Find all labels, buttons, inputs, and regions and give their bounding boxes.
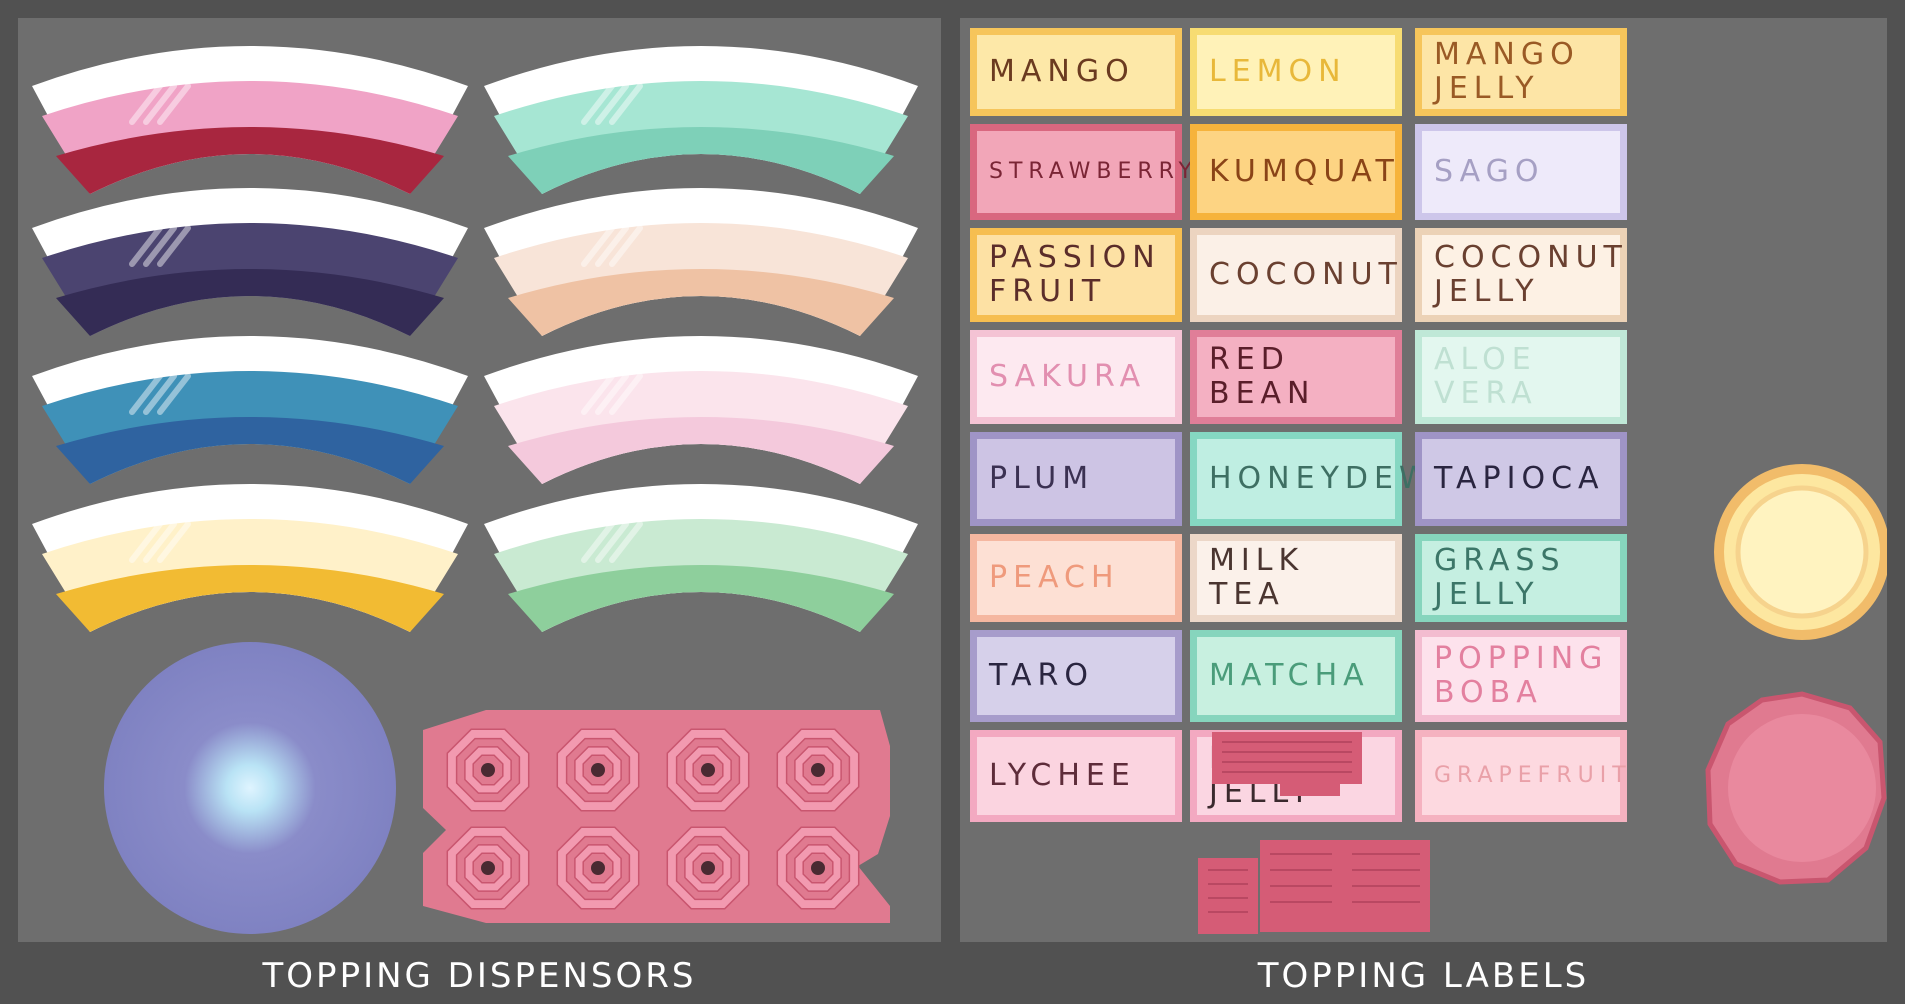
label-text: TARO [989, 657, 1094, 693]
dispenser-strip-ocean-boba [32, 336, 468, 484]
label-lychee-jelly: LYCHEE JELLY [1190, 730, 1402, 822]
cup-holder-tray [423, 710, 890, 923]
cup-holder-slot [666, 826, 750, 910]
label-text: GRASS JELLY [1434, 542, 1566, 612]
label-text: LEMON [1209, 53, 1347, 89]
label-sakura: SAKURA [970, 330, 1182, 424]
label-text: LYCHEE [989, 757, 1136, 793]
label-coconut: COCONUT [1190, 228, 1402, 322]
label-passion-fruit: PASSION FRUIT [970, 228, 1182, 322]
label-strawberry: STRAWBERRY [970, 124, 1192, 220]
cup-holder-slot [776, 826, 860, 910]
label-matcha: MATCHA [1190, 630, 1402, 722]
label-text: SAKURA [989, 358, 1147, 394]
label-text: ALOE VERA [1434, 341, 1538, 411]
label-text: GRAPEFRUIT [1434, 763, 1632, 789]
label-honeydew: HONEYDEW [1190, 432, 1429, 526]
label-mango-jelly: MANGO JELLY [1415, 28, 1627, 116]
label-lemon: LEMON [1190, 28, 1402, 116]
label-text: PEACH [989, 559, 1120, 595]
dispenser-texture-sheet [32, 46, 918, 934]
label-milk-tea: MILK TEA [1190, 534, 1402, 622]
label-text: HONEYDEW [1209, 460, 1435, 496]
dispenser-strip-strawberry-boba [32, 46, 468, 194]
label-plum: PLUM [970, 432, 1182, 526]
cup-holder-slot [446, 826, 530, 910]
cup-holder-slot [446, 728, 530, 812]
label-mango: MANGO [970, 28, 1182, 116]
dispenser-strip-green-jelly [484, 484, 918, 632]
label-text: MATCHA [1209, 657, 1370, 693]
label-aloe-vera: ALOE VERA [1415, 330, 1627, 424]
dispenser-strip-blueberry-boba [32, 188, 468, 336]
topping-labels-panel: MANGO LEMON MANGO JELLY STRAWBERRY KUMQUAT SA… [960, 18, 1887, 942]
label-taro: TARO [970, 630, 1182, 722]
dispenser-strip-pink-jelly [484, 336, 918, 484]
label-red-bean: RED BEAN [1190, 330, 1402, 424]
label-text: RED BEAN [1209, 341, 1316, 411]
label-text: MANGO [989, 53, 1135, 89]
label-text: COCONUT [1209, 256, 1403, 292]
cup-holder-slot [556, 728, 640, 812]
label-text: PASSION FRUIT [989, 239, 1161, 309]
label-popping-boba: POPPING BOBA [1415, 630, 1627, 722]
label-text: STRAWBERRY [989, 159, 1198, 185]
topping-dispensors-panel [18, 18, 941, 942]
label-text: TAPIOCA [1434, 460, 1605, 496]
label-text: LYCHEE JELLY [1209, 740, 1356, 810]
label-kumquat: KUMQUAT [1190, 124, 1402, 220]
label-grapefruit: GRAPEFRUIT [1415, 730, 1627, 822]
label-text: POPPING BOBA [1434, 640, 1609, 710]
label-peach: PEACH [970, 534, 1182, 622]
dispenser-strip-peach-jelly [484, 188, 918, 336]
cup-holder-slot [556, 826, 640, 910]
label-lychee: LYCHEE [970, 730, 1182, 822]
caption-topping-dispensors: TOPPING DISPENSORS [262, 956, 697, 996]
label-grass-jelly: GRASS JELLY [1415, 534, 1627, 622]
dispenser-strip-mint-jelly [484, 46, 918, 194]
caption-topping-labels: TOPPING LABELS [1257, 956, 1590, 996]
label-text: SAGO [1434, 153, 1545, 189]
label-coconut-jelly: COCONUT JELLY [1415, 228, 1627, 322]
label-text: KUMQUAT [1209, 153, 1400, 189]
cup-holder-slot [666, 728, 750, 812]
pink-lid-disc [1705, 691, 1887, 885]
dispenser-lid-disc [104, 642, 396, 934]
dispenser-strip-mango-jelly [32, 484, 468, 632]
cup-holder-slot [776, 728, 860, 812]
yellow-lid-disc [1714, 464, 1887, 640]
dispenser-strips [32, 46, 918, 632]
label-text: PLUM [989, 460, 1095, 496]
label-text: MILK TEA [1209, 542, 1305, 612]
label-text: MANGO JELLY [1434, 36, 1580, 106]
label-tapioca: TAPIOCA [1415, 432, 1627, 526]
label-sago: SAGO [1415, 124, 1627, 220]
label-text: COCONUT JELLY [1434, 239, 1628, 309]
